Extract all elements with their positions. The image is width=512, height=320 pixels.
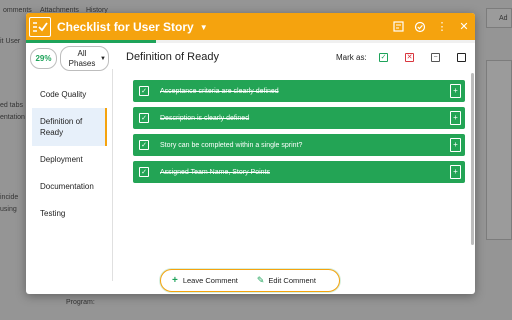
mark-all-failed-button[interactable]: ✕	[405, 53, 414, 62]
add-note-icon[interactable]: +	[450, 111, 461, 125]
checklist-item-text: Description is clearly defined	[160, 114, 250, 122]
edit-comment-label: Edit Comment	[268, 276, 316, 285]
checklist-item[interactable]: ✓ Assigned Team Name, Story Points +	[133, 161, 465, 183]
section-title: Definition of Ready	[126, 51, 219, 63]
mark-all-na-button[interactable]: −	[431, 53, 440, 62]
mark-as-label: Mark as:	[336, 53, 367, 62]
phase-select-label: All Phases	[67, 49, 97, 69]
add-note-icon[interactable]: +	[450, 138, 461, 152]
progress-percent-badge: 29%	[30, 48, 57, 69]
checklist-item[interactable]: ✓ Description is clearly defined +	[133, 107, 465, 129]
progress-fill	[26, 40, 157, 43]
sidebar-item-documentation[interactable]: Documentation	[32, 173, 107, 200]
checkbox-checked-icon[interactable]: ✓	[139, 113, 149, 123]
checklist-items: ✓ Acceptance criteria are clearly define…	[133, 80, 465, 188]
edit-comment-button[interactable]: ✎ Edit Comment	[257, 275, 316, 286]
leave-comment-label: Leave Comment	[182, 276, 238, 285]
check-add-icon[interactable]	[409, 13, 431, 40]
checklist-modal: Checklist for User Story ▼ ⋮ ✕ 29% All P…	[26, 13, 475, 294]
add-note-icon[interactable]: +	[450, 84, 461, 98]
sidebar-item-code-quality[interactable]: Code Quality	[32, 81, 107, 108]
sidebar-list: Code Quality Definition of Ready Deploym…	[32, 81, 107, 227]
checklist-item[interactable]: ✓ Acceptance criteria are clearly define…	[133, 80, 465, 102]
sidebar-divider	[112, 69, 113, 281]
mark-all-done-button[interactable]: ✓	[379, 53, 388, 62]
checklist-item[interactable]: ✓ Story can be completed within a single…	[133, 134, 465, 156]
add-note-icon[interactable]: +	[450, 165, 461, 179]
phase-select-line1: All	[77, 48, 87, 58]
checklist-logo-icon	[29, 16, 51, 37]
checkbox-checked-icon[interactable]: ✓	[139, 140, 149, 150]
sidebar-top: 29% All Phases ▼	[30, 46, 109, 71]
checklist-item-text: Story can be completed within a single s…	[160, 141, 303, 149]
modal-header: Checklist for User Story ▼ ⋮ ✕	[26, 13, 475, 40]
close-icon[interactable]: ✕	[453, 13, 475, 40]
title-dropdown-icon[interactable]: ▼	[200, 23, 208, 32]
comment-actions: + Leave Comment ✎ Edit Comment	[160, 269, 340, 292]
phase-select[interactable]: All Phases ▼	[60, 46, 109, 71]
checklist-item-text: Assigned Team Name, Story Points	[160, 168, 270, 176]
chevron-down-icon: ▼	[100, 55, 106, 62]
checkbox-checked-icon[interactable]: ✓	[139, 167, 149, 177]
phase-select-line2: Phases	[68, 58, 96, 68]
checklist-icon[interactable]	[387, 13, 409, 40]
checkbox-checked-icon[interactable]: ✓	[139, 86, 149, 96]
progress-track	[26, 40, 475, 43]
sidebar-item-definition-of-ready[interactable]: Definition of Ready	[32, 108, 107, 146]
leave-comment-button[interactable]: + Leave Comment	[172, 275, 238, 286]
mark-all-clear-button[interactable]	[457, 53, 466, 62]
sidebar-item-deployment[interactable]: Deployment	[32, 146, 107, 173]
plus-icon: +	[172, 275, 178, 286]
sidebar-item-testing[interactable]: Testing	[32, 200, 107, 227]
checklist-item-text: Acceptance criteria are clearly defined	[160, 87, 279, 95]
scrollbar[interactable]	[471, 73, 474, 245]
header-actions: ⋮ ✕	[387, 13, 475, 40]
pencil-icon: ✎	[256, 275, 265, 285]
more-vertical-icon[interactable]: ⋮	[431, 13, 453, 40]
modal-title: Checklist for User Story	[57, 19, 194, 34]
